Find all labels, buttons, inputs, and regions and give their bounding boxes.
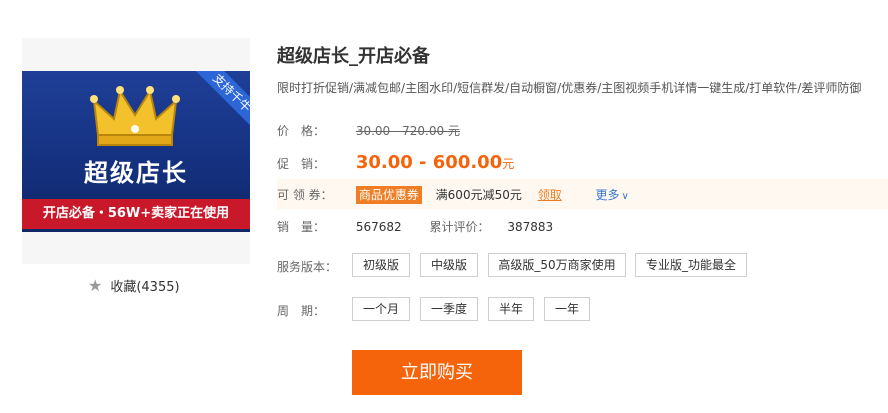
price-row: 价 格： 30.00 - 720.00 元 [277, 122, 460, 139]
chevron-down-icon: ∨ [621, 191, 629, 202]
period-label: 周 期： [277, 304, 326, 318]
coupon-label: 可 领 券： [277, 188, 333, 202]
period-option-year[interactable]: 一年 [544, 297, 590, 321]
coupon-badge: 商品优惠券 [355, 186, 422, 204]
version-option-basic[interactable]: 初级版 [352, 253, 410, 277]
page-title: 超级店长_开店必备 [277, 46, 430, 67]
sales-row: 销 量： 567682 累计评价： 387883 [277, 218, 553, 235]
collect-label: 收藏(4355) [110, 280, 180, 295]
price-label: 价 格： [277, 124, 326, 138]
star-icon: ★ [88, 275, 103, 295]
more-coupons-link[interactable]: 更多 ∨ [596, 188, 629, 202]
review-label: 累计评价： [429, 220, 490, 234]
version-option-medium[interactable]: 中级版 [420, 253, 478, 277]
period-option-half-year[interactable]: 半年 [488, 297, 534, 321]
coupon-row: 可 领 券： 商品优惠券 满600元减50元 领取 更多 ∨ [277, 186, 629, 204]
period-option-month[interactable]: 一个月 [352, 297, 410, 321]
collect-button[interactable]: ★ 收藏(4355) [88, 276, 180, 295]
coupon-text: 满600元减50元 [435, 188, 522, 202]
review-value: 387883 [507, 220, 554, 234]
promo-unit: 元 [502, 157, 515, 171]
banner-title: 超级店长 [84, 159, 188, 187]
sales-label: 销 量： [277, 220, 326, 234]
version-label: 服务版本： [277, 260, 338, 274]
buy-now-button[interactable]: 立即购买 [352, 350, 522, 395]
promo-price: 30.00 - 600.00 [355, 152, 503, 173]
promo-label: 促 销： [277, 157, 326, 171]
crown-icon [90, 86, 180, 146]
ribbon-badge: 支持千牛 [182, 71, 250, 143]
sales-value: 567682 [355, 220, 402, 234]
product-banner: 超级店长 支持千牛 开店必备・56W+卖家正在使用 [22, 71, 250, 232]
product-subtitle: 限时打折促销/满减包邮/主图水印/短信群发/自动橱窗/优惠券/主图视频手机详情一… [277, 81, 862, 95]
promo-row: 促 销： 30.00 - 600.00元 [277, 152, 514, 173]
version-option-pro[interactable]: 专业版_功能最全 [635, 253, 747, 277]
banner-strip: 开店必备・56W+卖家正在使用 [22, 199, 250, 229]
claim-coupon-link[interactable]: 领取 [538, 188, 562, 202]
more-label: 更多 [595, 188, 620, 202]
original-price: 30.00 - 720.00 元 [355, 124, 460, 138]
period-option-quarter[interactable]: 一季度 [420, 297, 478, 321]
version-option-advanced[interactable]: 高级版_50万商家使用 [488, 253, 626, 277]
product-image: 超级店长 支持千牛 开店必备・56W+卖家正在使用 [22, 38, 250, 264]
